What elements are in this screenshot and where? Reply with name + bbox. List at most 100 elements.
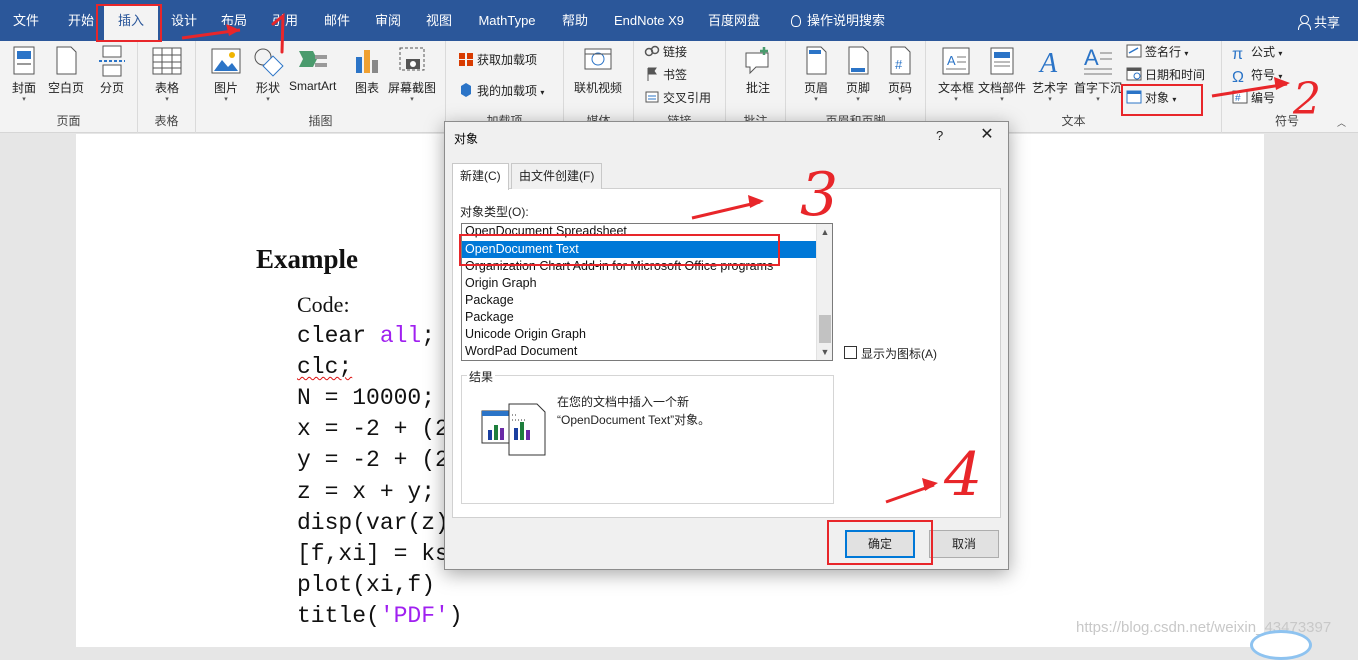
scroll-down-icon[interactable]: ▼ bbox=[817, 344, 832, 360]
cancel-button[interactable]: 取消 bbox=[929, 530, 999, 558]
get-addins-button[interactable]: 获取加载项 bbox=[458, 50, 537, 70]
list-item[interactable]: Package bbox=[462, 309, 818, 326]
number-label: 编号 bbox=[1251, 91, 1276, 105]
list-item[interactable]: Origin Graph bbox=[462, 275, 818, 292]
wordart-button[interactable]: A 艺术字 ▾ bbox=[1032, 45, 1068, 104]
group-illustrations: 图片 ▾ 形状 ▾ SmartArt 图表 屏幕截图 ▾ 插图 bbox=[196, 41, 446, 133]
screenshot-button[interactable]: 屏幕截图 ▾ bbox=[388, 45, 436, 104]
group-addins: 获取加载项 我的加载项 ▾ 加载项 bbox=[446, 41, 564, 133]
display-as-icon-checkbox[interactable] bbox=[844, 346, 857, 359]
code-line: title('PDF') bbox=[297, 603, 463, 629]
link-button[interactable]: 链接 bbox=[644, 42, 687, 62]
date-time-button[interactable]: 日期和时间 bbox=[1126, 65, 1205, 85]
tab-create-new[interactable]: 新建(C) bbox=[452, 163, 509, 190]
header-button[interactable]: 页眉 ▾ bbox=[800, 45, 832, 104]
smartart-button[interactable]: SmartArt bbox=[289, 45, 336, 93]
bookmark-button[interactable]: 书签 bbox=[644, 65, 687, 85]
scroll-thumb[interactable] bbox=[819, 315, 831, 343]
list-item[interactable]: Unicode Origin Graph bbox=[462, 326, 818, 343]
floating-logo bbox=[1250, 630, 1312, 660]
help-button[interactable]: ? bbox=[936, 128, 943, 143]
shapes-button[interactable]: 形状 ▾ bbox=[252, 45, 284, 104]
footer-button[interactable]: 页脚 ▾ bbox=[842, 45, 874, 104]
video-icon bbox=[582, 45, 614, 77]
tab-baidu[interactable]: 百度网盘 bbox=[708, 0, 760, 41]
blank-page-icon bbox=[50, 45, 82, 77]
page-number-label: 页码 bbox=[887, 81, 912, 95]
comment-icon bbox=[742, 45, 774, 77]
table-button[interactable]: 表格 ▾ bbox=[151, 45, 183, 104]
symbol-button[interactable]: Ω 符号 ▾ bbox=[1232, 65, 1282, 86]
group-comments: 批注 批注 bbox=[726, 41, 786, 133]
group-media: 联机视频 媒体 bbox=[564, 41, 634, 133]
result-text: 在您的文档中插入一个新 “OpenDocument Text”对象。 bbox=[557, 393, 817, 429]
wordart-icon: A bbox=[1034, 45, 1066, 79]
share-button[interactable]: 共享 bbox=[1297, 12, 1340, 31]
tab-view[interactable]: 视图 bbox=[424, 0, 454, 41]
tab-file[interactable]: 文件 bbox=[12, 0, 40, 41]
code-text: [f,xi] = ks bbox=[297, 541, 449, 567]
tab-design[interactable]: 设计 bbox=[169, 0, 199, 41]
tab-layout[interactable]: 布局 bbox=[219, 0, 249, 41]
page-break-button[interactable]: 分页 bbox=[96, 45, 128, 96]
tab-create-from-file[interactable]: 由文件创建(F) bbox=[511, 163, 603, 189]
tab-endnote[interactable]: EndNote X9 bbox=[612, 0, 686, 41]
svg-text:A: A bbox=[1038, 48, 1058, 77]
tab-review[interactable]: 审阅 bbox=[373, 0, 403, 41]
list-item[interactable]: WordPad Document bbox=[462, 343, 818, 360]
blank-page-button[interactable]: 空白页 bbox=[48, 45, 84, 96]
comment-button[interactable]: 批注 bbox=[742, 45, 774, 96]
code-text: disp(var(z) bbox=[297, 510, 449, 536]
group-tables: 表格 ▾ 表格 bbox=[138, 41, 196, 133]
code-keyword: all bbox=[379, 323, 422, 349]
svg-text:#: # bbox=[1235, 93, 1241, 104]
tell-me-label: 操作说明搜索 bbox=[806, 13, 885, 28]
tab-mailings[interactable]: 邮件 bbox=[322, 0, 352, 41]
cross-reference-button[interactable]: 交叉引用 bbox=[644, 88, 711, 108]
drop-cap-button[interactable]: A 首字下沉 ▾ bbox=[1074, 45, 1122, 104]
code-text: ; bbox=[421, 323, 436, 349]
table-label: 表格 bbox=[154, 81, 179, 95]
signature-line-button[interactable]: 签名行 ▾ bbox=[1126, 42, 1188, 62]
number-button[interactable]: # 编号 bbox=[1232, 88, 1275, 108]
code-line: y = -2 + (2 bbox=[297, 447, 449, 473]
cover-page-label: 封面 bbox=[11, 81, 36, 95]
annotation-box-ok-button bbox=[827, 520, 933, 565]
close-icon[interactable]: ✕ bbox=[975, 124, 999, 146]
code-text: y = -2 + (2 bbox=[297, 447, 449, 473]
code-line: clc; bbox=[297, 354, 352, 380]
quick-parts-button[interactable]: 文档部件 ▾ bbox=[978, 45, 1026, 104]
result-label: 结果 bbox=[467, 368, 496, 385]
group-links: 链接 书签 交叉引用 链接 bbox=[634, 41, 726, 133]
chart-button[interactable]: 图表 bbox=[351, 45, 383, 96]
tell-me-search[interactable]: 操作说明搜索 bbox=[786, 0, 890, 41]
object-dialog: 对象 ? ✕ 新建(C) 由文件创建(F) 对象类型(O): OpenDocum… bbox=[444, 121, 1009, 570]
display-as-icon-label[interactable]: 显示为图标(A) bbox=[861, 345, 937, 362]
textbox-icon: A bbox=[940, 45, 972, 77]
cover-page-button[interactable]: 封面 ▾ bbox=[8, 45, 40, 104]
list-item[interactable]: Package bbox=[462, 292, 818, 309]
quick-parts-icon bbox=[986, 45, 1018, 77]
bookmark-icon bbox=[644, 66, 660, 82]
page-number-button[interactable]: # 页码 ▾ bbox=[884, 45, 916, 104]
code-line: x = -2 + (2 bbox=[297, 416, 449, 442]
group-label-pages: 页面 bbox=[56, 114, 81, 128]
omega-icon: Ω bbox=[1232, 69, 1244, 86]
drop-cap-label: 首字下沉 bbox=[1074, 81, 1123, 95]
picture-button[interactable]: 图片 ▾ bbox=[210, 45, 242, 104]
collapse-ribbon-icon[interactable]: ︿ bbox=[1337, 116, 1346, 129]
quick-parts-label: 文档部件 bbox=[978, 81, 1027, 95]
tab-references[interactable]: 引用 bbox=[270, 0, 300, 41]
lightbulb-icon bbox=[790, 15, 801, 27]
my-addins-button[interactable]: 我的加载项 ▾ bbox=[458, 81, 544, 101]
online-video-button[interactable]: 联机视频 bbox=[574, 45, 622, 96]
equation-label: 公式 bbox=[1251, 45, 1276, 59]
list-scrollbar[interactable]: ▲ ▼ bbox=[816, 224, 832, 360]
dialog-title: 对象 bbox=[454, 132, 479, 146]
tab-mathtype[interactable]: MathType bbox=[476, 0, 538, 41]
tab-help[interactable]: 帮助 bbox=[560, 0, 590, 41]
picture-icon bbox=[210, 45, 242, 77]
textbox-button[interactable]: A 文本框 ▾ bbox=[938, 45, 974, 104]
equation-button[interactable]: π 公式 ▾ bbox=[1232, 42, 1282, 63]
tab-home[interactable]: 开始 bbox=[66, 0, 96, 41]
